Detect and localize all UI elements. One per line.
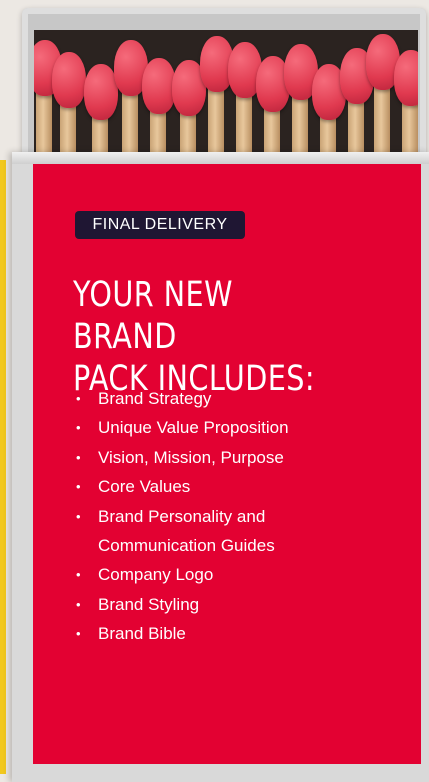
deliverables-list: • Brand Strategy • Unique Value Proposition… xyxy=(76,384,289,649)
list-item: • Unique Value Proposition xyxy=(76,413,289,442)
yellow-edge xyxy=(0,160,6,774)
bullet-icon: • xyxy=(76,508,81,524)
list-item-text: Brand Strategy xyxy=(98,389,212,408)
list-item-text: Vision, Mission, Purpose xyxy=(98,447,284,467)
bullet-icon: • xyxy=(76,596,81,612)
sleeve-edge xyxy=(12,152,429,164)
bullet-icon: • xyxy=(76,449,81,465)
list-item: • Brand Bible xyxy=(76,619,289,648)
list-item-text: Brand Styling xyxy=(98,594,200,614)
list-item-text: Communication Guides xyxy=(98,536,275,556)
match xyxy=(228,42,262,170)
match xyxy=(200,36,234,170)
final-delivery-badge: FINAL DELIVERY xyxy=(75,211,245,239)
list-item: • Vision, Mission, Purpose xyxy=(76,443,289,472)
matches-image xyxy=(34,30,418,170)
list-item: • Brand Personality and Communication Guid… xyxy=(76,502,289,561)
headline-line-1: YOUR NEW BRAND xyxy=(73,275,233,357)
list-item: • Company Logo xyxy=(76,560,289,589)
list-item-text: Brand Personality and xyxy=(98,506,266,526)
list-item-text: Brand Bible xyxy=(98,624,186,644)
list-item: • Brand Strategy xyxy=(76,384,289,413)
bullet-icon: • xyxy=(76,479,81,495)
bullet-icon: • xyxy=(76,391,81,406)
list-item: • Brand Styling xyxy=(76,590,289,619)
bullet-icon: • xyxy=(76,567,81,583)
bullet-icon: • xyxy=(76,420,81,436)
headline: YOUR NEW BRAND PACK INCLUDES: xyxy=(73,274,335,400)
list-item-text: Unique Value Proposition xyxy=(98,418,289,438)
match xyxy=(366,34,400,170)
match xyxy=(114,40,148,170)
list-item-text: Core Values xyxy=(98,477,191,497)
bullet-icon: • xyxy=(76,626,81,642)
list-item-text: Company Logo xyxy=(98,565,214,585)
list-item: • Core Values xyxy=(76,472,289,501)
